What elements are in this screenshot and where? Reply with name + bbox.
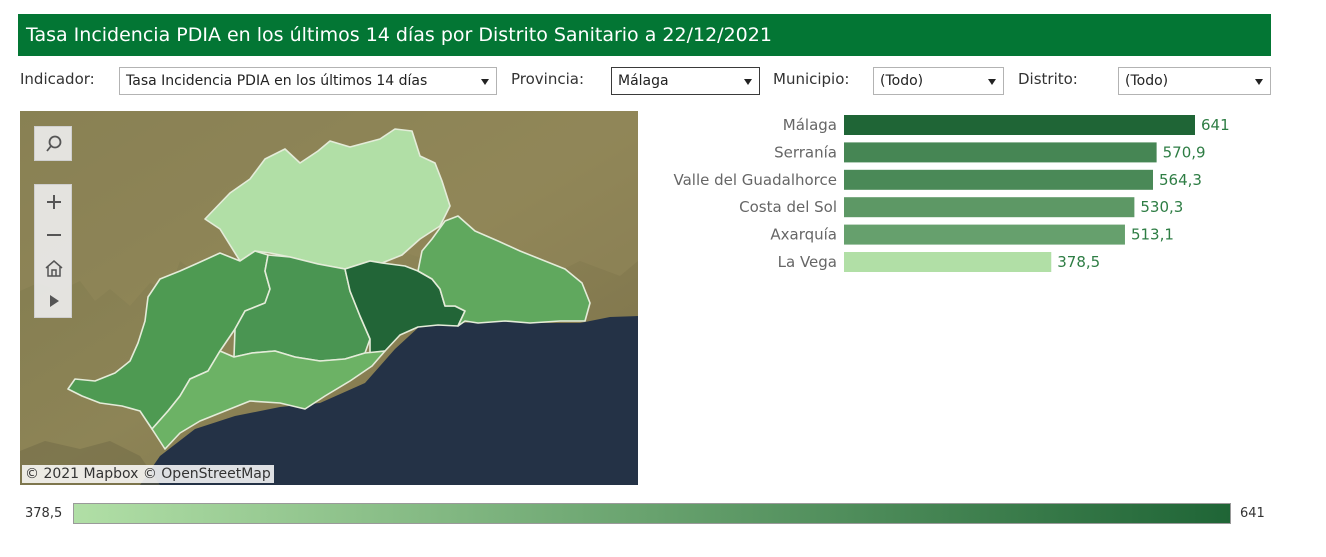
value-label: 378,5	[1057, 253, 1100, 271]
distrito-value: (Todo)	[1125, 73, 1169, 89]
category-label: Axarquía	[770, 226, 837, 244]
zoom-in-icon[interactable]	[35, 185, 73, 218]
chevron-down-icon	[744, 79, 752, 85]
provincia-select[interactable]: Málaga	[611, 67, 760, 95]
category-label: Valle del Guadalhorce	[673, 171, 837, 189]
bar[interactable]	[844, 252, 1052, 272]
home-icon[interactable]	[35, 251, 73, 284]
zoom-out-icon[interactable]	[35, 218, 73, 251]
page-title: Tasa Incidencia PDIA en los últimos 14 d…	[18, 14, 1271, 56]
bars-group: Málaga 641 Serranía 570,9 Valle del Guadalho…	[673, 115, 1230, 272]
map-canvas[interactable]	[20, 111, 638, 485]
provincia-value: Málaga	[618, 73, 669, 89]
play-icon[interactable]	[35, 284, 73, 317]
indicador-select[interactable]: Tasa Incidencia PDIA en los últimos 14 d…	[119, 67, 497, 95]
chevron-down-icon	[1255, 79, 1263, 85]
value-label: 570,9	[1163, 143, 1206, 161]
bar[interactable]	[844, 197, 1135, 218]
distrito-label: Distrito:	[1018, 70, 1078, 88]
municipio-value: (Todo)	[880, 73, 924, 89]
category-label: La Vega	[778, 253, 837, 271]
color-scale-legend	[73, 503, 1231, 524]
provincia-label: Provincia:	[511, 70, 585, 88]
bar[interactable]	[844, 169, 1154, 190]
district-bar-chart: Málaga 641 Serranía 570,9 Valle del Guadalho…	[673, 115, 1230, 272]
value-label: 564,3	[1159, 171, 1202, 189]
indicador-value: Tasa Incidencia PDIA en los últimos 14 d…	[126, 73, 428, 89]
chevron-down-icon	[988, 79, 996, 85]
value-label: 641	[1201, 116, 1230, 134]
municipio-select[interactable]: (Todo)	[873, 67, 1004, 95]
map-attribution[interactable]: © 2021 Mapbox © OpenStreetMap	[22, 465, 274, 483]
category-label: Costa del Sol	[739, 198, 837, 216]
search-icon[interactable]	[35, 127, 73, 160]
search-tool-box	[34, 126, 72, 161]
chevron-down-icon	[481, 79, 489, 85]
choropleth-map[interactable]: © 2021 Mapbox © OpenStreetMap	[20, 111, 638, 485]
category-label: Málaga	[783, 116, 837, 134]
distrito-select[interactable]: (Todo)	[1118, 67, 1271, 95]
bar[interactable]	[844, 142, 1157, 163]
value-label: 530,3	[1140, 198, 1183, 216]
bar[interactable]	[844, 224, 1125, 245]
indicador-label: Indicador:	[20, 70, 95, 88]
municipio-label: Municipio:	[773, 70, 850, 88]
category-label: Serranía	[774, 143, 837, 161]
value-label: 513,1	[1131, 226, 1174, 244]
legend-max-label: 641	[1240, 506, 1265, 521]
zoom-tool-box	[34, 184, 72, 318]
bar[interactable]	[844, 115, 1195, 135]
legend-min-label: 378,5	[25, 506, 63, 521]
